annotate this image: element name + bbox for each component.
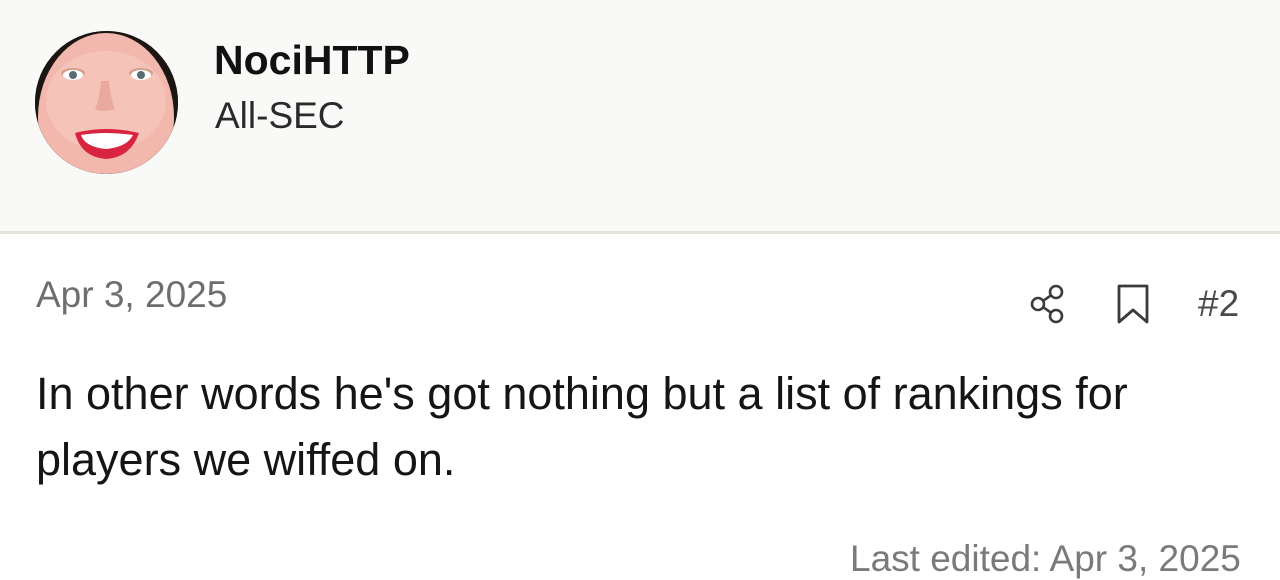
avatar-face-image — [35, 31, 178, 174]
author-avatar[interactable] — [35, 31, 178, 174]
forum-post: NociHTTP All-SEC Apr 3, 2025 #2 In other… — [0, 0, 1280, 579]
share-button[interactable] — [1028, 283, 1070, 325]
author-user-title: All-SEC — [215, 95, 345, 136]
bookmark-icon — [1117, 284, 1149, 324]
post-date[interactable]: Apr 3, 2025 — [36, 274, 227, 316]
post-number-link[interactable]: #2 — [1198, 283, 1239, 325]
last-edited-note: Last edited: Apr 3, 2025 — [850, 538, 1241, 579]
post-author-header: NociHTTP All-SEC — [0, 0, 1280, 234]
post-body-text: In other words he's got nothing but a li… — [36, 368, 1128, 485]
bookmark-button[interactable] — [1114, 283, 1152, 325]
share-icon — [1030, 284, 1064, 324]
author-username[interactable]: NociHTTP — [214, 37, 410, 84]
